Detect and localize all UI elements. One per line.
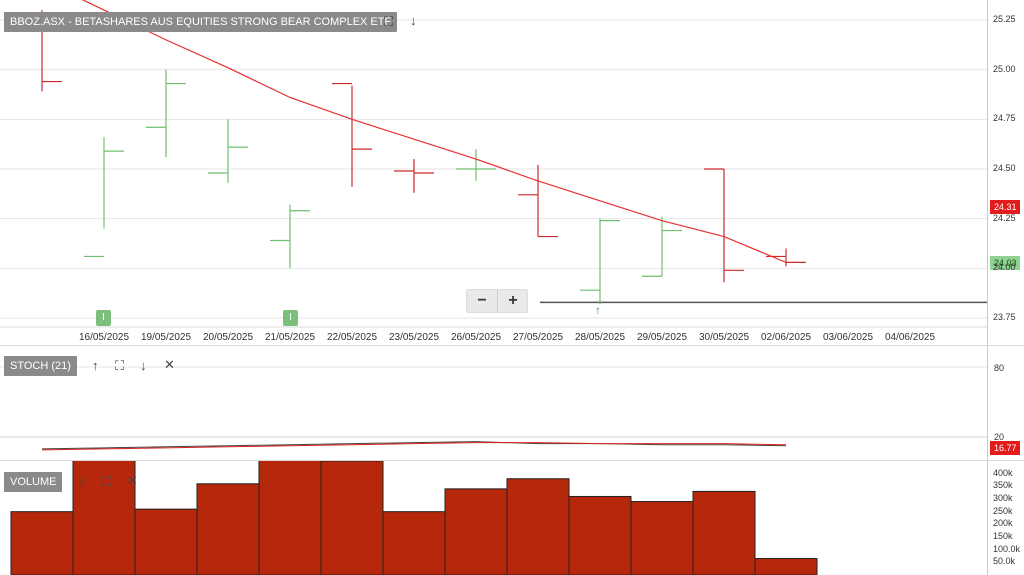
stoch-panel[interactable]: STOCH (21) ↑ ⛶ ↓ ✕ 80 20 16.77 [0,345,1024,461]
price-panel[interactable]: BBOZ.ASX - BETASHARES AUS EQUITIES STRON… [0,0,1024,345]
moving-average-line [81,0,787,263]
volume-panel[interactable]: VOLUME ↑ ⛶ ✕ 400k 350k 300k 250k 200k 150k 100… [0,460,1024,575]
x-axis-tick: 16/05/2025 [78,332,130,343]
maximize-icon[interactable]: ⛶ [115,358,124,374]
price-tick: 24.75 [993,113,1016,124]
x-axis-tick: 04/06/2025 [884,332,936,343]
volume-bar [258,461,322,575]
stoch-title[interactable]: STOCH (21) [4,356,77,376]
move-up-icon[interactable]: ↑ [92,358,99,373]
volume-title[interactable]: VOLUME [4,472,63,492]
volume-tick: 300k [993,493,1013,503]
arrow-down-icon[interactable]: ↓ [410,13,417,28]
close-icon[interactable]: ✕ [164,357,175,373]
stoch-line [41,442,787,451]
x-axis-tick: 29/05/2025 [636,332,688,343]
price-tick: 24.25 [993,212,1016,223]
price-tick: 25.25 [993,14,1016,24]
volume-bar [506,478,570,575]
volume-bar [10,511,74,575]
price-tick: 23.75 [993,312,1016,322]
event-marker[interactable]: I [96,310,111,326]
volume-tick: 400k [993,467,1013,478]
zoom-control[interactable]: − + [466,289,528,313]
volume-bar [630,501,694,575]
stoch-tick: 80 [994,363,1005,373]
x-axis-tick: 21/05/2025 [264,332,316,343]
maximize-icon[interactable]: ⛶ [102,474,111,490]
chart-title[interactable]: BBOZ.ASX - BETASHARES AUS EQUITIES STRON… [4,12,398,32]
volume-bar [320,461,384,575]
volume-tick: 100.0k [993,543,1021,554]
volume-bar [754,558,818,575]
maximize-icon[interactable]: ⛶ [384,14,393,30]
volume-bar [692,490,756,575]
event-marker[interactable]: I [283,310,298,326]
move-up-icon[interactable]: ↑ [79,474,86,489]
volume-tick: 150k [993,531,1013,541]
volume-bar [568,495,632,575]
stoch-last-badge: 16.77 [990,441,1020,455]
signal-up-arrow-icon[interactable]: ↑ [595,303,601,317]
x-axis-tick: 23/05/2025 [388,332,440,343]
volume-bar [196,483,260,575]
x-axis-tick: 20/05/2025 [202,332,254,343]
x-axis-tick: 28/05/2025 [574,332,626,343]
x-axis-tick: 26/05/2025 [450,332,502,343]
volume-tick: 200k [993,518,1013,529]
x-axis-tick: 19/05/2025 [140,332,192,343]
x-axis-tick: 22/05/2025 [326,332,378,343]
close-icon[interactable]: ✕ [127,473,138,489]
volume-bar [382,511,446,575]
x-axis-tick: 03/06/2025 [822,332,874,343]
volume-tick: 350k [993,480,1013,491]
zoom-in-button[interactable]: + [497,290,528,312]
x-axis-tick: 30/05/2025 [698,332,750,343]
price-tick: 25.00 [993,63,1016,74]
price-tick: 24.50 [993,163,1016,173]
zoom-out-button[interactable]: − [467,290,497,312]
stoch-chart[interactable] [0,346,1024,461]
volume-tick: 250k [993,505,1013,516]
x-axis-tick: 02/06/2025 [760,332,812,343]
x-axis-tick: 27/05/2025 [512,332,564,343]
volume-bar [444,488,508,575]
volume-bar [134,508,198,575]
price-tick: 24.00 [993,262,1016,273]
volume-tick: 50.0k [993,556,1016,567]
volume-chart[interactable] [0,461,1024,575]
move-down-icon[interactable]: ↓ [140,358,147,373]
